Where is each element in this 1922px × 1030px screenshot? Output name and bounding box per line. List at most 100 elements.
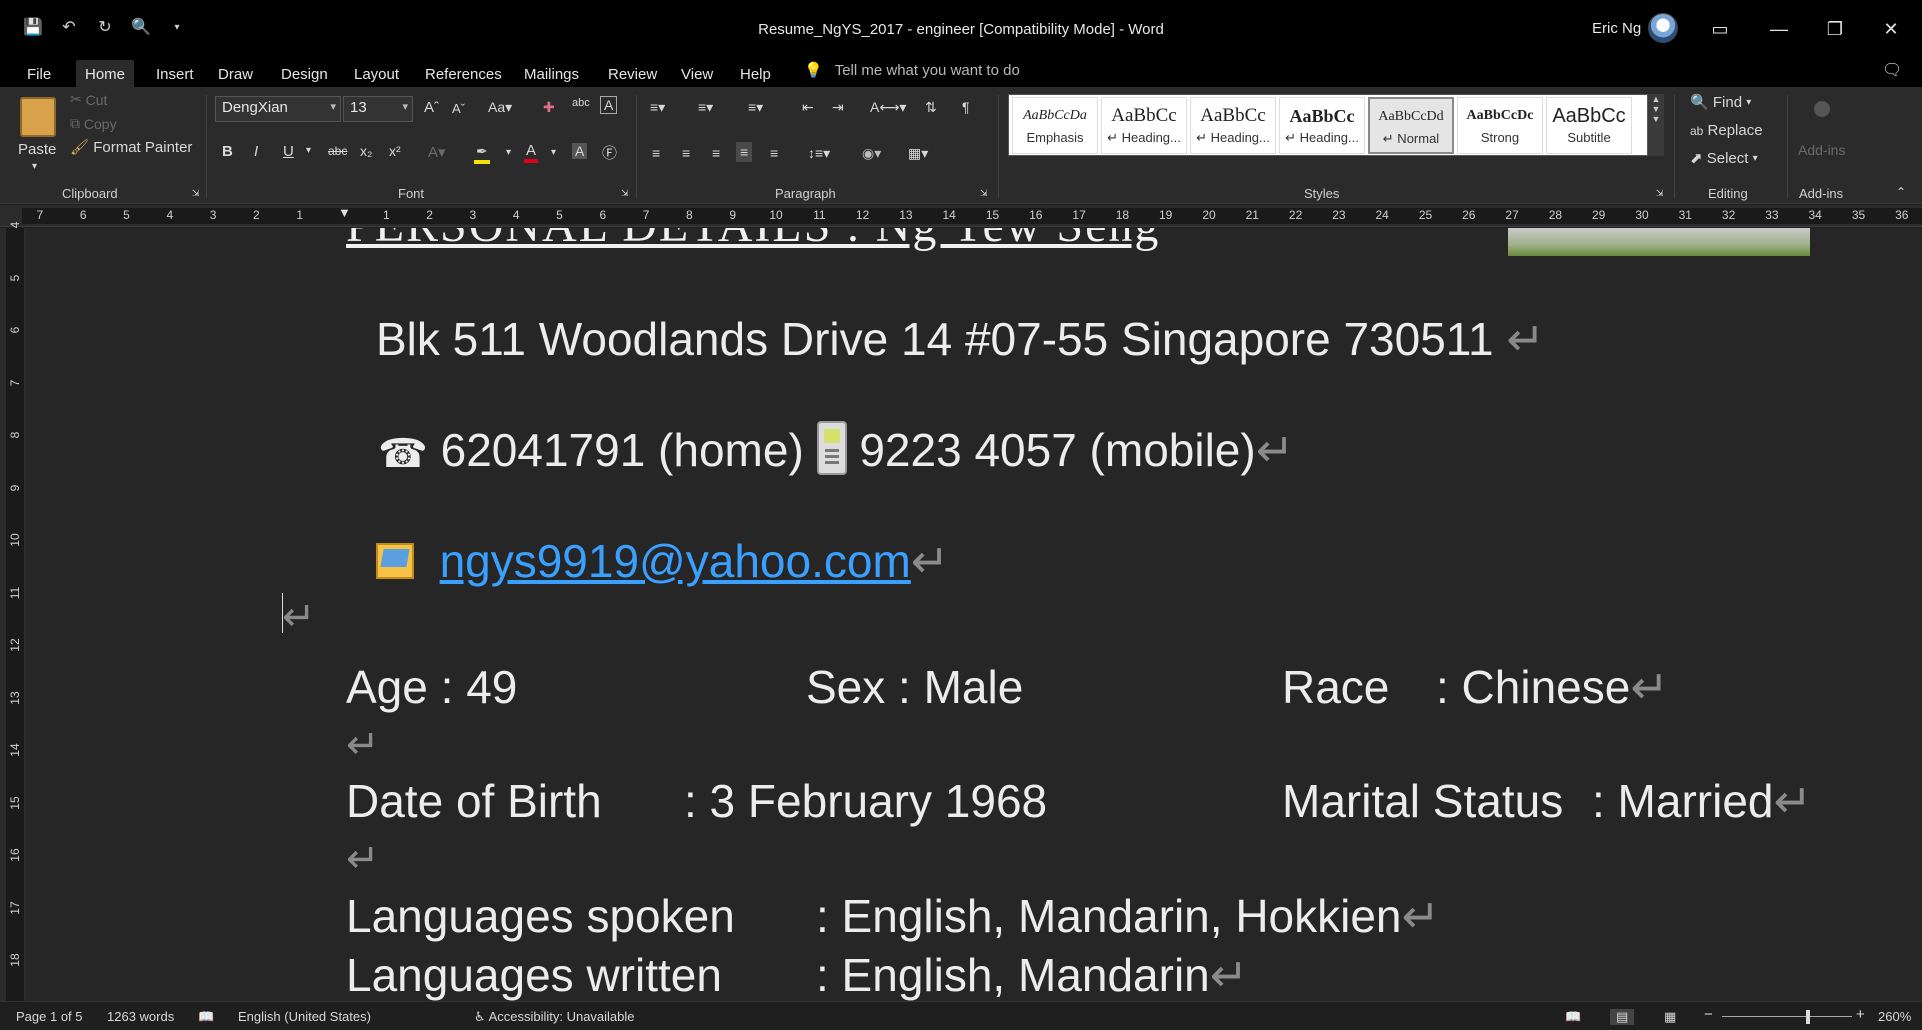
paste-dropdown-icon[interactable]: ▾ [32,161,37,172]
italic-button[interactable]: I [254,143,258,160]
enclose-characters-icon[interactable]: Ⓕ [602,142,617,163]
shading-icon[interactable]: ◉▾ [862,145,881,162]
tell-me-search[interactable]: 💡 Tell me what you want to do [804,61,1020,80]
tab-help[interactable]: Help [731,60,780,88]
tab-home[interactable]: Home [76,60,135,88]
zoom-slider[interactable] [1722,1016,1852,1017]
clipboard-launcher-icon[interactable]: ⇲ [192,188,200,199]
email-link[interactable]: ngys9919@yahoo.com [440,535,911,587]
zoom-slider-thumb[interactable] [1806,1010,1810,1024]
style-heading-2[interactable]: AaBbCc ↵ Heading... [1190,97,1276,154]
character-border-icon[interactable]: A [600,96,618,114]
chevron-down-icon[interactable]: ▾ [506,147,511,158]
cut-button[interactable]: ✂ Cut [70,91,107,108]
horizontal-ruler[interactable]: 7 6 5 4 3 2 1 1 2 3 4 5 6 7 8 9 10 11 12 13 14 15 16 17 18 19 20 21… [0,205,1922,227]
styles-gallery-scroll[interactable]: ▲ ▼ ▼ [1648,94,1664,156]
strikethrough-button[interactable]: abc [328,144,347,158]
user-name[interactable]: Eric Ng [1592,20,1641,37]
zoom-in-button[interactable]: + [1856,1006,1865,1023]
show-marks-icon[interactable]: ¶ [962,99,970,115]
change-case-icon[interactable]: Aa▾ [488,99,512,116]
addins-icon[interactable] [1814,101,1830,117]
character-shading-icon[interactable]: A [572,143,588,159]
indent-marker-icon[interactable]: ▼ [338,205,351,220]
tab-design[interactable]: Design [272,60,337,88]
accessibility-status[interactable]: ♿ Accessibility: Unavailable [474,1009,635,1025]
decrease-indent-icon[interactable]: ⇤ [802,99,814,116]
underline-button[interactable]: U [283,143,294,160]
sort-icon[interactable]: ⇅ [925,99,937,116]
page-count[interactable]: Page 1 of 5 [16,1009,83,1024]
font-color-icon[interactable]: A [524,142,539,163]
bold-button[interactable]: B [222,143,233,160]
justify-icon[interactable]: ≡ [736,142,753,162]
align-center-icon[interactable]: ≡ [682,145,690,161]
addins-button[interactable]: Add-ins [1798,142,1845,158]
borders-icon[interactable]: ▦▾ [908,145,928,162]
paragraph-launcher-icon[interactable]: ⇲ [980,188,988,199]
font-size-combo[interactable]: 13 ▾ [343,96,413,122]
phonetic-guide-icon[interactable]: abc [572,97,590,109]
increase-indent-icon[interactable]: ⇥ [832,99,844,116]
tab-insert[interactable]: Insert [147,60,203,88]
styles-launcher-icon[interactable]: ⇲ [1656,188,1664,199]
style-subtitle[interactable]: AaBbCc Subtitle [1546,97,1632,154]
chevron-down-icon[interactable]: ▾ [306,145,311,156]
style-strong[interactable]: AaBbCcDc Strong [1457,97,1543,154]
align-right-icon[interactable]: ≡ [712,145,720,161]
format-painter-button[interactable]: 🖌 Format Painter [70,138,192,157]
proofing-icon[interactable]: 📖 [198,1009,214,1025]
tab-draw[interactable]: Draw [209,60,262,88]
zoom-level[interactable]: 260% [1878,1009,1911,1024]
close-icon[interactable]: ✕ [1876,14,1906,44]
tab-mailings[interactable]: Mailings [515,60,588,88]
restore-icon[interactable]: ❐ [1820,14,1850,44]
collapse-ribbon-icon[interactable]: ⌃ [1896,185,1906,199]
style-heading-3[interactable]: AaBbCc ↵ Heading... [1279,97,1365,154]
font-name-combo[interactable]: DengXian ▾ [215,96,341,122]
style-normal[interactable]: AaBbCcDd ↵ Normal [1368,97,1454,154]
text-direction-icon[interactable]: A⟷▾ [870,99,906,116]
subscript-button[interactable]: x₂ [360,143,372,159]
line-spacing-icon[interactable]: ↕≡▾ [808,145,830,162]
avatar[interactable] [1648,13,1678,43]
document-page[interactable]: PERSONAL DETAILS : Ng Yew Seng Blk 511 W… [26,228,1922,1001]
tab-view[interactable]: View [672,60,722,88]
minimize-icon[interactable]: — [1764,14,1794,44]
font-launcher-icon[interactable]: ⇲ [621,188,629,199]
style-heading-1[interactable]: AaBbCc ↵ Heading... [1101,97,1187,154]
bullets-icon[interactable]: ≡▾ [650,99,665,116]
find-button[interactable]: 🔍 Find ▾ [1690,93,1751,112]
chevron-down-icon[interactable]: ▾ [551,147,556,158]
comments-icon[interactable]: 🗨 [1882,60,1902,80]
paste-button[interactable]: Paste [18,141,56,158]
ribbon-display-options-icon[interactable]: ▭ [1705,14,1735,44]
distributed-icon[interactable]: ≡ [770,145,778,161]
vertical-ruler[interactable]: 4 5 6 7 8 9 10 11 12 13 14 15 16 17 18 [0,222,26,1001]
superscript-button[interactable]: x² [389,143,401,159]
language-indicator[interactable]: English (United States) [238,1009,371,1024]
web-layout-icon[interactable]: ▦ [1664,1009,1676,1025]
word-count[interactable]: 1263 words [107,1009,174,1024]
style-emphasis[interactable]: AaBbCcDa Emphasis [1012,97,1098,154]
grow-font-icon[interactable]: Aˆ [424,99,439,116]
align-left-icon[interactable]: ≡ [652,145,660,161]
paste-icon[interactable] [20,97,56,137]
zoom-out-button[interactable]: − [1704,1006,1713,1023]
clear-formatting-icon[interactable]: ✚ [543,99,555,116]
multilevel-list-icon[interactable]: ≡▾ [748,99,763,116]
replace-button[interactable]: ab Replace [1690,122,1763,139]
tab-file[interactable]: File [18,60,60,88]
read-mode-icon[interactable]: 📖 [1565,1009,1581,1025]
numbering-icon[interactable]: ≡▾ [698,99,713,116]
tab-layout[interactable]: Layout [345,60,408,88]
shrink-font-icon[interactable]: Aˇ [452,101,465,116]
tab-references[interactable]: References [416,60,511,88]
tab-review[interactable]: Review [599,60,666,88]
text-effects-icon[interactable]: A▾ [428,143,446,161]
print-layout-icon[interactable]: ▤ [1610,1009,1635,1025]
select-button[interactable]: ⬈ Select ▾ [1690,149,1758,168]
highlight-color-icon[interactable]: ✒ [474,143,490,164]
copy-button[interactable]: ⧉ Copy [70,115,117,132]
document-area[interactable]: PERSONAL DETAILS : Ng Yew Seng Blk 511 W… [26,228,1922,1001]
